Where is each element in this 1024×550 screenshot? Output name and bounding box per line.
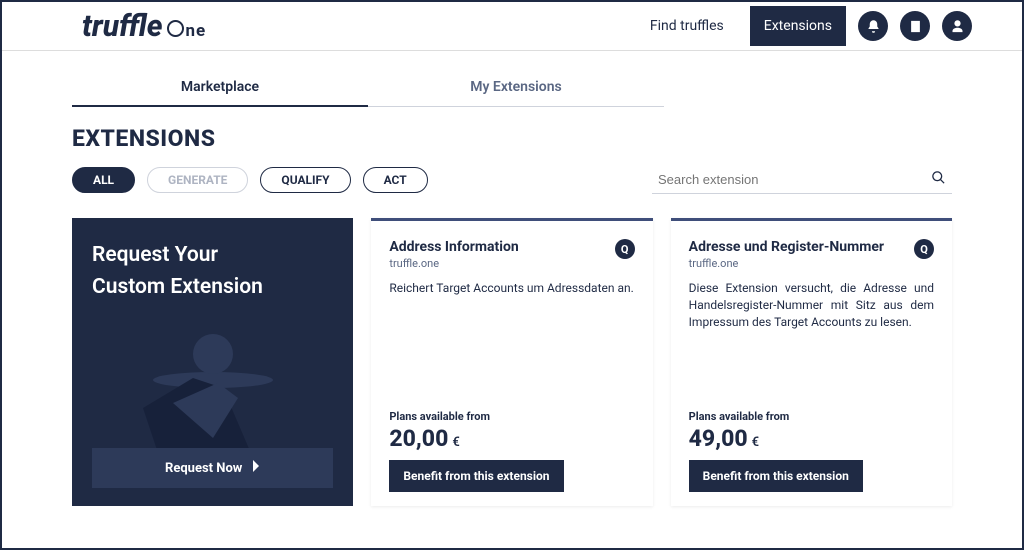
card-head: Address Information truffle.one Q — [389, 239, 634, 270]
bell-icon[interactable] — [858, 11, 888, 41]
card-badge: Q — [615, 239, 635, 259]
card-vendor: truffle.one — [389, 257, 518, 270]
tabs: Marketplace My Extensions — [72, 69, 1022, 107]
building-icon[interactable] — [900, 11, 930, 41]
card-footer: Plans available from 49,00 € Benefit from… — [689, 410, 934, 492]
price-currency: € — [452, 435, 459, 450]
header: truffle ne Find truffles Extensions — [2, 2, 1022, 51]
nav-right: Find truffles Extensions — [636, 6, 972, 46]
chevron-right-icon — [252, 460, 260, 476]
nav-extensions[interactable]: Extensions — [750, 6, 846, 46]
logo[interactable]: truffle ne — [82, 9, 206, 44]
promo-cta[interactable]: Request Now — [92, 448, 333, 488]
benefit-button[interactable]: Benefit from this extension — [689, 460, 863, 492]
extension-card: Adresse und Register-Nummer truffle.one … — [671, 218, 952, 506]
cards-row: Request Your Custom Extension Request No… — [72, 218, 952, 506]
price: 20,00 € — [389, 425, 634, 452]
promo-cta-label: Request Now — [165, 461, 242, 476]
search-input[interactable] — [658, 172, 931, 187]
user-icon[interactable] — [942, 11, 972, 41]
card-footer: Plans available from 20,00 € Benefit from… — [389, 410, 634, 492]
price-value: 49,00 — [689, 425, 748, 452]
nav-find-truffles[interactable]: Find truffles — [636, 6, 738, 46]
card-description: Reichert Target Accounts um Adressdaten … — [389, 280, 634, 297]
promo-line1: Request Your — [92, 243, 218, 267]
benefit-button[interactable]: Benefit from this extension — [389, 460, 563, 492]
extension-card: Address Information truffle.one Q Reiche… — [371, 218, 652, 506]
plan-label: Plans available from — [689, 410, 934, 423]
card-description: Diese Extension versucht, die Adresse un… — [689, 280, 934, 330]
chip-qualify[interactable]: QUALIFY — [260, 167, 350, 193]
card-badge: Q — [914, 239, 934, 259]
page-main: EXTENSIONS ALL GENERATE QUALIFY ACT Requ… — [2, 107, 1022, 506]
filter-row: ALL GENERATE QUALIFY ACT — [72, 166, 952, 194]
price-value: 20,00 — [389, 425, 448, 452]
logo-main: truffle — [82, 9, 163, 44]
promo-line2: Custom Extension — [92, 275, 263, 299]
search-icon — [931, 170, 946, 189]
chip-generate[interactable]: GENERATE — [147, 167, 248, 193]
price: 49,00 € — [689, 425, 934, 452]
price-currency: € — [752, 435, 759, 450]
card-vendor: truffle.one — [689, 257, 884, 270]
card-title: Adresse und Register-Nummer — [689, 239, 884, 255]
tab-marketplace[interactable]: Marketplace — [72, 69, 368, 107]
card-head: Adresse und Register-Nummer truffle.one … — [689, 239, 934, 270]
search-box[interactable] — [652, 166, 952, 194]
promo-title: Request Your Custom Extension — [92, 240, 333, 303]
plan-label: Plans available from — [389, 410, 634, 423]
promo-illustration — [72, 308, 353, 468]
chip-act[interactable]: ACT — [363, 167, 428, 193]
logo-suffix: ne — [167, 19, 207, 41]
page-title: EXTENSIONS — [72, 125, 952, 152]
filter-chips: ALL GENERATE QUALIFY ACT — [72, 167, 428, 193]
chip-all[interactable]: ALL — [72, 167, 135, 193]
card-title: Address Information — [389, 239, 518, 255]
promo-card: Request Your Custom Extension Request No… — [72, 218, 353, 506]
tab-my-extensions[interactable]: My Extensions — [368, 69, 664, 107]
